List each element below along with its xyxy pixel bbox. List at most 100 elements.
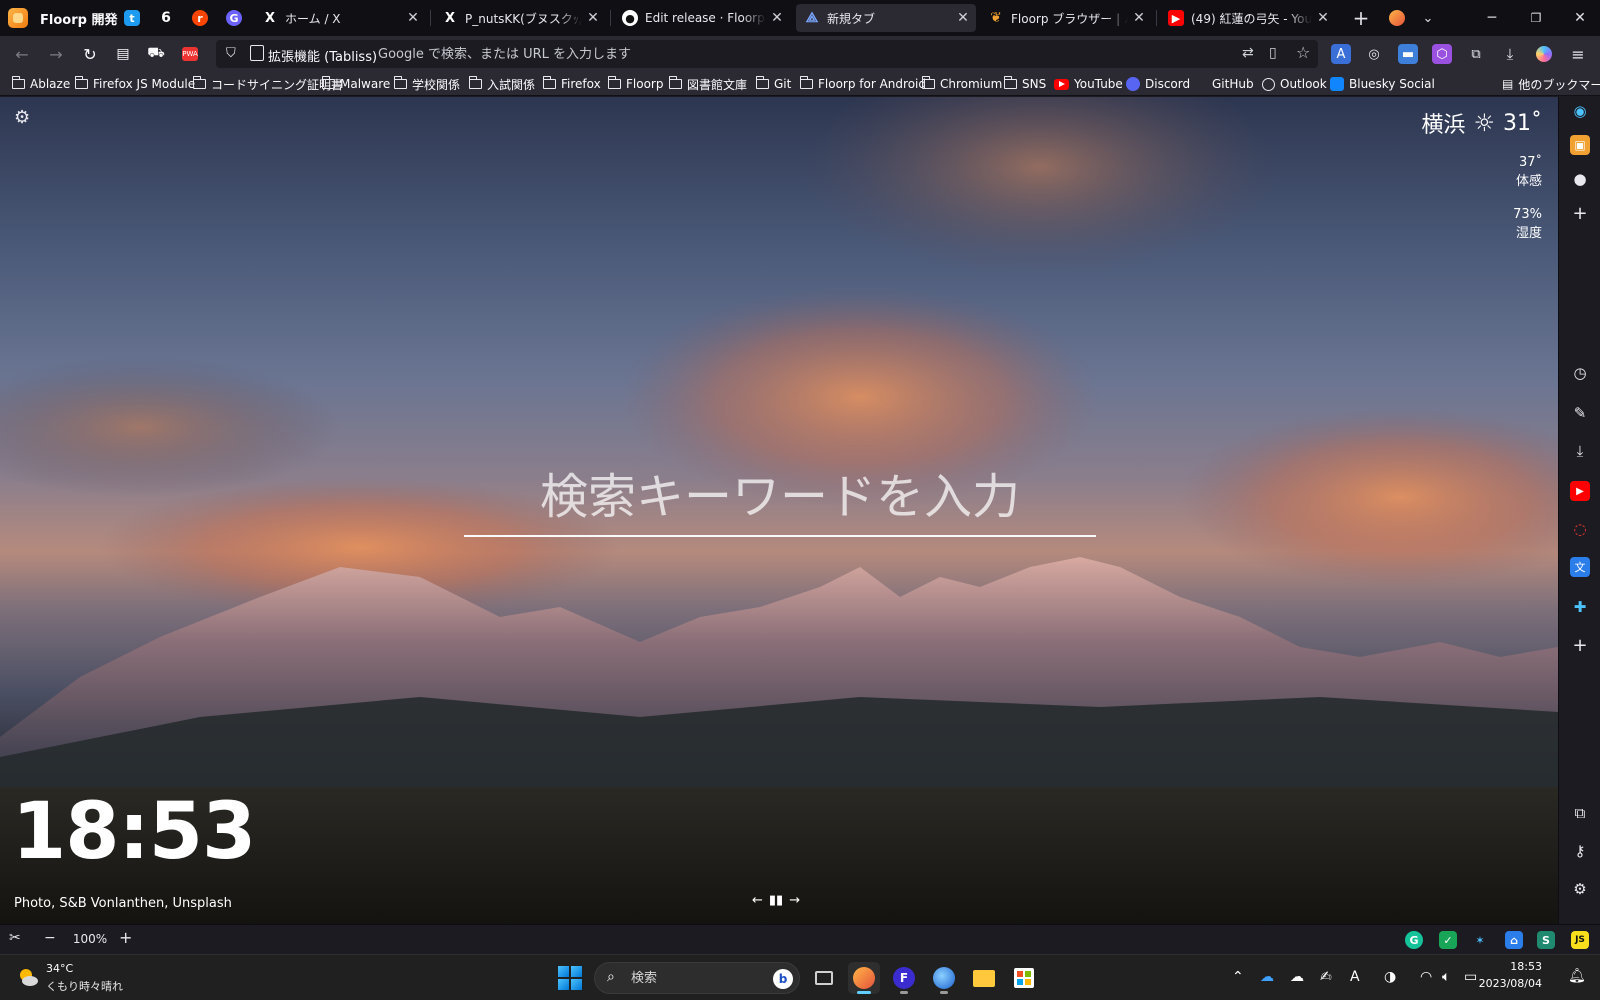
tab-floorp-version[interactable]: ❦ Floorp ブラウザー | バージョン ✕ (980, 4, 1152, 32)
taskbar-search-input[interactable] (629, 967, 759, 989)
translate-extension-icon[interactable]: A (1331, 44, 1351, 64)
home-extension-icon[interactable]: ⌂ (1505, 931, 1523, 949)
tab-close-icon[interactable]: ✕ (586, 10, 600, 26)
tab-groups-icon[interactable]: ▤ (110, 41, 136, 67)
youtube-icon[interactable]: ▶ (1570, 481, 1590, 501)
bookmark-youtube[interactable]: YouTube (1054, 75, 1123, 93)
url-input[interactable] (376, 42, 1196, 66)
tab-close-icon[interactable]: ✕ (1316, 10, 1330, 26)
pinned-tab-twitter[interactable]: t (118, 4, 146, 32)
identity-label[interactable]: 拡張機能 (Tabliss) (268, 46, 377, 65)
taskbar-search[interactable]: ⌕ b (594, 962, 800, 994)
url-bar[interactable]: ⛉ 拡張機能 (Tabliss) ⇄ ▯ ☆ (216, 40, 1318, 68)
bookmark-outlook[interactable]: Outlook (1262, 75, 1327, 93)
bluetooth-extension-icon[interactable]: ✶ (1471, 931, 1489, 949)
bookmark-bluesky[interactable]: Bluesky Social (1330, 75, 1435, 93)
circle-panel-icon[interactable]: ● (1570, 169, 1590, 189)
tab-close-icon[interactable]: ✕ (770, 10, 784, 26)
restore-icon[interactable]: ❐ (1516, 6, 1556, 30)
bookmark-folder-ablaze[interactable]: Ablaze (11, 75, 70, 93)
pwa-extension-icon[interactable]: PWA (177, 41, 203, 67)
previous-arrow-icon[interactable]: ← (752, 893, 763, 908)
onedrive-personal-icon[interactable]: ☁ (1290, 969, 1304, 985)
list-all-tabs-chevron-down-icon[interactable]: ⌄ (1416, 6, 1440, 30)
wifi-icon[interactable]: ◠ (1420, 969, 1432, 985)
tab-close-icon[interactable]: ✕ (956, 10, 970, 26)
bookmark-folder-code-signing[interactable]: コードサイニング証明書 (192, 75, 343, 93)
tab-youtube[interactable]: ▶ (49) 紅蓮の弓矢 - YouTube ✕ (1160, 4, 1336, 32)
new-tab-plus-icon[interactable]: + (1349, 6, 1373, 30)
tab-close-icon[interactable]: ✕ (406, 10, 420, 26)
bookmark-github[interactable]: GitHub (1212, 75, 1254, 93)
pinned-tab-google[interactable]: G (220, 4, 248, 32)
pinned-tab-reddit[interactable]: r (186, 4, 214, 32)
taskbar-file-explorer[interactable] (968, 962, 1000, 994)
tab-x-home[interactable]: X ホーム / X ✕ (254, 4, 426, 32)
bookmark-folder-exams[interactable]: 入試関係 (468, 75, 535, 93)
bookmark-folder-floorp-android[interactable]: Floorp for Android (799, 75, 926, 93)
ime-mode-icon[interactable]: A (1350, 969, 1360, 985)
settings-gear-icon[interactable]: ⚙ (14, 107, 30, 128)
bookmark-folder-floorp[interactable]: Floorp (607, 75, 663, 93)
tracking-protection-shield-icon[interactable]: ⛉ (226, 46, 236, 61)
bookmark-folder-library[interactable]: 図書館文庫 (668, 75, 747, 93)
tray-chevron-up-icon[interactable]: ⌃ (1232, 969, 1244, 985)
task-view-icon[interactable] (808, 962, 840, 994)
bookmark-folder-malware[interactable]: Malware (321, 75, 390, 93)
next-arrow-icon[interactable]: → (789, 893, 800, 908)
extensions-puzzle-icon[interactable]: ⧉ (1570, 803, 1590, 823)
workspace-title[interactable]: Floorp 開発 (40, 9, 117, 28)
tab-github-release[interactable]: ● Edit release · Floorp-Projects ✕ (614, 4, 790, 32)
downloads-icon[interactable]: ⤓ (1570, 441, 1590, 461)
taskbar-weather-desc[interactable]: くもり時々晴れ (46, 978, 123, 994)
record-icon[interactable]: ◌ (1570, 519, 1590, 539)
translate-icon[interactable]: ⇄ (1242, 45, 1254, 61)
newtab-search-input[interactable] (464, 465, 1096, 537)
pen-icon[interactable]: ✍ (1320, 969, 1332, 985)
bitwarden-card-icon[interactable]: ▬ (1398, 44, 1418, 64)
partly-cloudy-icon[interactable] (16, 965, 40, 989)
other-bookmarks[interactable]: ▤ 他のブックマーク (1502, 75, 1600, 93)
bookmark-folder-firefox[interactable]: Firefox (542, 75, 601, 93)
slack-icon[interactable]: ✚ (1570, 597, 1590, 617)
downloads-icon[interactable]: ⤓ (1500, 44, 1520, 64)
notification-bell-icon[interactable]: 🔔︎ (1568, 968, 1586, 984)
zoom-level[interactable]: 100% (70, 932, 110, 946)
floorp-logo-icon[interactable] (8, 8, 28, 28)
fingerprint-icon[interactable]: ◉ (1570, 101, 1590, 121)
bing-icon[interactable]: b (773, 969, 793, 989)
taskbar-date[interactable]: 2023/08/04 (1462, 977, 1542, 990)
zoom-in-icon[interactable]: + (119, 928, 132, 947)
minimize-icon[interactable]: ─ (1472, 6, 1512, 30)
tab-close-icon[interactable]: ✕ (1132, 10, 1146, 26)
s-extension-icon[interactable]: S (1537, 931, 1555, 949)
key-icon[interactable]: ⚷ (1570, 841, 1590, 861)
volume-icon[interactable]: 🔈︎ (1442, 969, 1450, 985)
notes-pencil-icon[interactable]: ✎ (1570, 403, 1590, 423)
workspaces-icon[interactable]: ⛟ (143, 41, 169, 67)
bookmark-folder-git[interactable]: Git (755, 75, 791, 93)
taskbar-weather-temp[interactable]: 34°C (46, 962, 73, 975)
photo-credit[interactable]: Photo, S&B Vonlanthen, Unsplash (14, 896, 232, 911)
taskbar-microsoft-store[interactable] (1008, 962, 1040, 994)
bookmark-star-icon[interactable]: ☆ (1296, 43, 1310, 62)
onedrive-icon[interactable]: ☁ (1260, 969, 1274, 985)
reader-clipboard-icon[interactable]: ▯ (1269, 45, 1277, 61)
bookmark-folder-firefox-js-module[interactable]: Firefox JS Module (74, 75, 195, 93)
floorp-panel-icon[interactable]: ▣ (1570, 135, 1590, 155)
taskbar-app-blue-browser[interactable] (928, 962, 960, 994)
pinned-tab-threads[interactable]: 6 (152, 4, 180, 32)
add-webpanel-plus-icon[interactable]: + (1570, 635, 1590, 656)
translate-panel-icon[interactable]: 文 (1570, 557, 1590, 577)
taskbar-app-purple[interactable]: F (888, 962, 920, 994)
bookmark-folder-chromium[interactable]: Chromium (921, 75, 1002, 93)
bookmark-folder-sns[interactable]: SNS (1003, 75, 1046, 93)
taskbar-floorp-dev[interactable] (848, 962, 880, 994)
settings-gear-icon[interactable]: ⚙ (1570, 879, 1590, 899)
window-close-icon[interactable]: ✕ (1560, 6, 1600, 30)
screenshot-icon[interactable]: ✂ (9, 930, 21, 946)
bookmark-folder-school[interactable]: 学校関係 (393, 75, 460, 93)
purple-extension-icon[interactable]: ⬡ (1432, 44, 1452, 64)
js-icon[interactable]: JS (1571, 931, 1589, 949)
profile-avatar-icon[interactable] (1534, 44, 1554, 64)
